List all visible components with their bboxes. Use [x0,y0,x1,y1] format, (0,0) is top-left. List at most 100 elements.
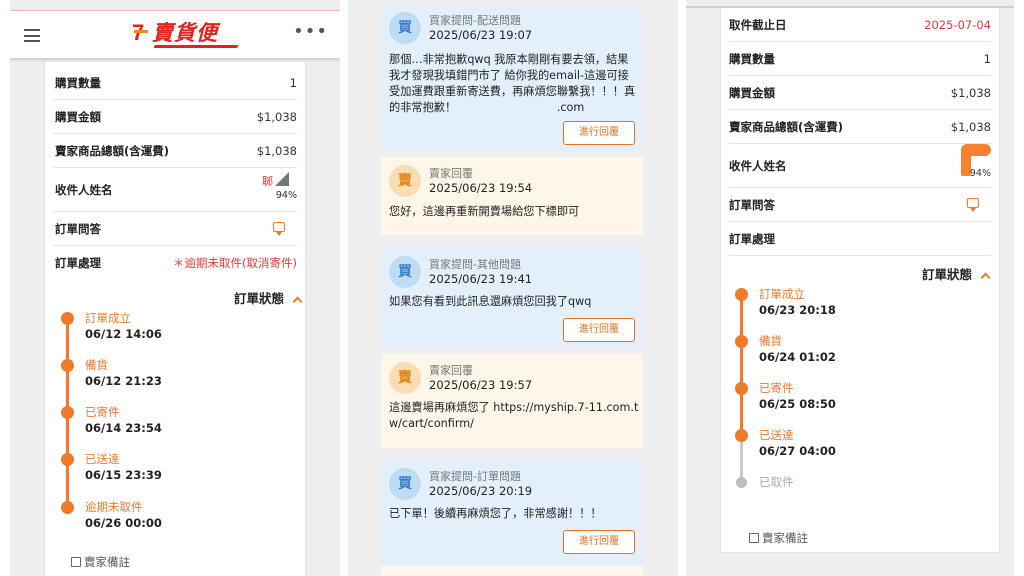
seller-remark[interactable]: 賣家備註 [71,554,130,570]
row-order-qa[interactable]: 訂單問答 [729,188,991,222]
step-name: 備貨 [759,334,782,348]
order-status-toggle[interactable]: 訂單狀態 [233,288,303,307]
timeline-step: 已寄件 06/25 08:50 [735,380,975,420]
buyer-question-card: 買 買家提問-其他問題 2025/06/23 19:41 如果您有看到此訊息還麻… [381,248,643,348]
row-quantity: 購買數量 1 [53,66,297,100]
order-status-toggle[interactable]: 訂單狀態 [921,264,991,283]
chevron-up-icon [980,272,991,283]
row-label: 賣家商品總額(含運費) [55,144,170,158]
timeline-step-pending: 已取件 [735,474,975,514]
message-body: 您好，這邊再重新開賣場給您下標即可 [389,205,580,218]
step-name: 已送達 [759,428,794,442]
timeline-step: 訂單成立 06/12 14:06 [61,310,301,350]
seven-eleven-mark: 7 [132,22,150,44]
timeline-dot [61,406,74,419]
row-value: $1,038 [950,120,991,134]
timeline-dot [735,335,748,348]
seller-remark-label: 賣家備註 [762,531,808,545]
timeline-dot-pending [736,477,747,488]
row-order-qa[interactable]: 訂單問答 [53,212,297,246]
reply-button[interactable]: 進行回覆 [563,121,635,145]
buyer-avatar: 買 [389,12,421,44]
timeline-dot [61,501,74,514]
timeline-step: 備貨 06/12 21:23 [61,357,301,397]
order-detail-panel-right: 取件截止日 2025-07-04 購買數量 1 購買金額 $1,038 賣家商品… [686,0,1014,576]
order-info-card: 取件截止日 2025-07-04 購買數量 1 購買金額 $1,038 賣家商品… [720,8,1000,553]
recipient-partial-glyph: 郰 [262,175,273,188]
edit-icon [71,557,81,567]
seller-remark[interactable]: 賣家備註 [749,530,808,546]
step-time: 06/26 00:00 [85,516,162,530]
seller-avatar: 賣 [389,362,421,394]
message-time: 2025/06/23 19:07 [429,28,533,42]
step-name: 逾期未取件 [85,500,143,514]
row-seller-total: 賣家商品總額(含運費) $1,038 [53,134,297,168]
more-dots-icon[interactable]: ••• [293,23,328,41]
row-value: 1 [289,76,297,90]
message-body: 這邊賣場再麻煩您了 https://myship.7-11.com.tw/car… [389,401,639,430]
row-recipient-name: 收件人姓名 94% [729,144,991,188]
row-order-processing: 訂單處理 ＊逾期未取件(取消寄件) [53,246,297,280]
buyer-avatar: 買 [389,256,421,288]
order-status-title: 訂單狀態 [233,291,284,306]
timeline-step: 備貨 06/24 01:02 [735,333,975,373]
chat-icon[interactable] [273,222,285,236]
message-type: 買家提問-訂單問題 [429,470,521,483]
message-time: 2025/06/23 19:57 [429,378,533,392]
message-time: 2025/06/23 20:19 [429,484,533,498]
step-name: 已取件 [759,475,794,489]
seller-remark-label: 賣家備註 [84,555,130,569]
step-time: 06/27 04:00 [759,444,836,458]
message-type: 賣家回覆 [429,167,473,180]
step-time: 06/25 08:50 [759,397,836,411]
seller-avatar: 賣 [389,165,421,197]
row-label: 收件人姓名 [55,183,113,197]
timeline-step: 已寄件 06/14 23:54 [61,404,301,444]
buyer-question-card: 買 買家提問-配送問題 2025/06/23 19:07 那個…非常抱歉qwq … [381,6,643,152]
pickup-deadline-value: 2025-07-04 [924,18,991,32]
step-time: 06/15 23:39 [85,468,162,482]
step-time: 06/12 14:06 [85,327,162,341]
seller-reply-card: 賣 賣家回覆 2025/06/23 19:57 這邊賣場再麻煩您了 https:… [381,354,643,448]
order-status-title: 訂單狀態 [921,267,972,282]
edit-icon [749,533,759,543]
step-name: 訂單成立 [759,287,805,301]
step-time: 06/12 21:23 [85,374,162,388]
timeline-dot [735,288,748,301]
row-label: 購買金額 [55,110,101,124]
timeline-dot [735,382,748,395]
row-label: 訂單處理 [729,232,775,246]
message-time: 2025/06/23 19:54 [429,181,533,195]
order-qa-panel: 買 買家提問-配送問題 2025/06/23 19:07 那個…非常抱歉qwq … [348,0,678,576]
chat-icon[interactable] [967,198,979,212]
step-name: 已寄件 [759,381,794,395]
row-value: $1,038 [950,86,991,100]
row-label: 購買金額 [729,86,775,100]
screenshot-collage: 7 賣貨便 ••• 購買數量 1 購買金額 $1,038 賣家商品總額(含運費)… [0,0,1024,576]
step-name: 已送達 [85,452,120,466]
timeline-dot [735,429,748,442]
hamburger-icon[interactable] [24,29,40,42]
seller-reply-card: 賣 賣家回覆 2025/06/23 19:54 您好，這邊再重新開賣場給您下標即… [381,157,643,235]
step-name: 備貨 [85,358,108,372]
row-label: 取件截止日 [729,18,787,32]
row-order-processing: 訂單處理 [729,222,991,256]
row-purchase-amount: 購買金額 $1,038 [729,76,991,110]
timeline-step: 逾期未取件 06/26 00:00 [61,499,301,539]
timeline-step: 訂單成立 06/23 20:18 [735,286,975,326]
row-label: 收件人姓名 [729,159,787,173]
brand-name: 賣貨便 [152,20,218,45]
row-value: $1,038 [256,110,297,124]
message-body: 那個…非常抱歉qwq 我原本剛剛有要去領，結果我才發現我填錯門市了 給你我的em… [389,53,636,114]
step-time: 06/24 01:02 [759,350,836,364]
step-time: 06/14 23:54 [85,421,162,435]
brand-logo[interactable]: 7 賣貨便 [132,20,242,50]
reply-button[interactable]: 進行回覆 [563,530,635,554]
row-value: 1 [983,52,991,66]
message-body: 已下單！後續再麻煩您了，非常感謝！！！ [389,507,602,520]
timeline-dot [61,453,74,466]
timeline-step: 已送達 06/15 23:39 [61,451,301,491]
reply-button[interactable]: 進行回覆 [563,318,635,342]
row-pickup-deadline: 取件截止日 2025-07-04 [729,8,991,42]
message-type: 賣家回覆 [429,364,473,377]
